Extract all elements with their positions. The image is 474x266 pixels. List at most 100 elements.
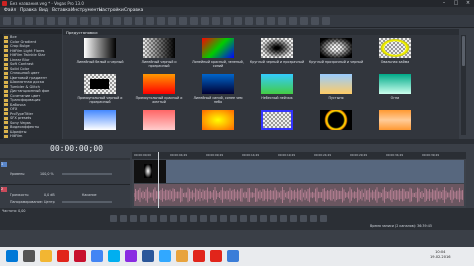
tree-item[interactable]: SFX presets: [4, 116, 31, 120]
preset-tile[interactable]: Огни: [367, 74, 423, 108]
toolbar-button-18[interactable]: [201, 17, 209, 25]
menu-item-0[interactable]: Файл: [4, 8, 16, 13]
photoshop-icon[interactable]: [159, 250, 171, 262]
preset-tile[interactable]: Линейный синий, синее чем небо: [190, 74, 246, 108]
toolbar-button-10[interactable]: [113, 17, 121, 25]
tree-item[interactable]: Tumbler & Glitch: [4, 85, 40, 89]
transport-button-6[interactable]: [170, 215, 177, 222]
close-icon[interactable]: ×: [462, 0, 474, 7]
preset-tile[interactable]: Круглый черный и прозрачный: [249, 38, 305, 72]
toolbar-button-11[interactable]: [124, 17, 132, 25]
transport-button-3[interactable]: [140, 215, 147, 222]
preset-tile[interactable]: Овальная кайма: [367, 38, 423, 72]
transport-button-14[interactable]: [250, 215, 257, 222]
tree-item[interactable]: Soft Contrast: [4, 62, 34, 66]
audio-clip[interactable]: [134, 184, 464, 206]
presets-scroll-thumb[interactable]: [462, 36, 465, 66]
transport-button-12[interactable]: [230, 215, 237, 222]
preset-tile[interactable]: Прямоугольный черный и прозрачный: [72, 74, 128, 108]
toolbar-button-22[interactable]: [245, 17, 253, 25]
toolbar-button-27[interactable]: [300, 17, 308, 25]
toolbar-button-6[interactable]: [69, 17, 77, 25]
preset-tile[interactable]: Круглый прозрачный и черный: [308, 38, 364, 72]
tree-item[interactable]: Linear Blur: [4, 58, 30, 62]
vegas-icon[interactable]: [125, 250, 137, 262]
transport-button-21[interactable]: [320, 215, 327, 222]
video-clip[interactable]: [166, 160, 464, 183]
toolbar-button-12[interactable]: [135, 17, 143, 25]
preset-tile[interactable]: Небесный пейзаж: [249, 74, 305, 108]
transport-button-0[interactable]: [110, 215, 117, 222]
preset-tile[interactable]: Линейный черный и прозрачный: [131, 38, 187, 72]
tree-item[interactable]: Color Gradient: [4, 40, 36, 44]
touch-mode-label[interactable]: Касание: [82, 193, 97, 197]
toolbar-button-17[interactable]: [190, 17, 198, 25]
tree-item[interactable]: Solid Color: [4, 67, 29, 71]
transport-button-20[interactable]: [310, 215, 317, 222]
toolbar-button-16[interactable]: [179, 17, 187, 25]
tree-item[interactable]: Шрифты: [4, 130, 26, 134]
transport-button-19[interactable]: [300, 215, 307, 222]
toolbar-button-15[interactable]: [168, 17, 176, 25]
minimize-icon[interactable]: –: [438, 0, 450, 7]
word-icon[interactable]: [142, 250, 154, 262]
windows-icon[interactable]: [6, 250, 18, 262]
toolbar-button-26[interactable]: [289, 17, 297, 25]
toolbar-button-23[interactable]: [256, 17, 264, 25]
folder-icon[interactable]: [176, 250, 188, 262]
toolbar-button-21[interactable]: [234, 17, 242, 25]
toolbar-button-3[interactable]: [36, 17, 44, 25]
transport-button-7[interactable]: [180, 215, 187, 222]
menu-item-6[interactable]: Справка: [124, 8, 143, 13]
toolbar-button-25[interactable]: [278, 17, 286, 25]
tree-item[interactable]: Sony Vegas: [4, 121, 31, 125]
video-track-header[interactable]: 1 Уровень: 100,0 %: [0, 160, 130, 185]
preset-tile[interactable]: Линейный красный, зеленый, синий: [190, 38, 246, 72]
transport-button-16[interactable]: [270, 215, 277, 222]
transport-button-11[interactable]: [220, 215, 227, 222]
toolbar-button-0[interactable]: [3, 17, 11, 25]
tree-item[interactable]: Цветовой градиент: [4, 76, 47, 80]
toolbar-button-29[interactable]: [322, 17, 330, 25]
toolbar-button-5[interactable]: [58, 17, 66, 25]
menu-item-4[interactable]: Инструменты: [71, 8, 102, 13]
toolbar-button-9[interactable]: [102, 17, 110, 25]
toolbar-button-24[interactable]: [267, 17, 275, 25]
tree-item[interactable]: HitFilm: [4, 134, 22, 138]
preset-tile[interactable]: Пустыня: [308, 74, 364, 108]
tree-item[interactable]: Сплошной цвет: [4, 71, 40, 75]
toolbar-button-28[interactable]: [311, 17, 319, 25]
tree-item[interactable]: Сочетание цвет: [4, 94, 40, 98]
toolbar-button-4[interactable]: [47, 17, 55, 25]
yandex-icon[interactable]: [57, 250, 69, 262]
transport-button-9[interactable]: [200, 215, 207, 222]
transport-button-8[interactable]: [190, 215, 197, 222]
transport-button-18[interactable]: [290, 215, 297, 222]
transport-button-17[interactable]: [280, 215, 287, 222]
tree-item[interactable]: HitFilm Twinkle Star: [4, 53, 45, 57]
tree-item[interactable]: Все: [4, 35, 17, 39]
menu-item-1[interactable]: Правка: [20, 8, 37, 13]
transport-button-13[interactable]: [240, 215, 247, 222]
screen-icon[interactable]: [227, 250, 239, 262]
transport-button-5[interactable]: [160, 215, 167, 222]
preset-tile[interactable]: Линейный белый и черный: [72, 38, 128, 72]
vertical-tabs[interactable]: [0, 34, 3, 139]
tree-item[interactable]: Шахматная доска: [4, 80, 44, 84]
tree-item[interactable]: Видеоэффекты: [4, 125, 39, 129]
video-clip-thumbnail[interactable]: [134, 160, 166, 183]
toolbar-button-8[interactable]: [91, 17, 99, 25]
transport-button-4[interactable]: [150, 215, 157, 222]
transport-button-2[interactable]: [130, 215, 137, 222]
toolbar-button-19[interactable]: [212, 17, 220, 25]
toolbar-button-1[interactable]: [14, 17, 22, 25]
level-slider[interactable]: [62, 173, 112, 175]
toolbar-button-7[interactable]: [80, 17, 88, 25]
transport-button-10[interactable]: [210, 215, 217, 222]
transport-button-15[interactable]: [260, 215, 267, 222]
toolbar-button-2[interactable]: [25, 17, 33, 25]
toolbar-button-14[interactable]: [157, 17, 165, 25]
playhead[interactable]: [158, 152, 159, 208]
tree-item[interactable]: Дистанционный фон: [4, 89, 49, 93]
system-clock[interactable]: 10:04 19.02.2016: [430, 250, 451, 260]
